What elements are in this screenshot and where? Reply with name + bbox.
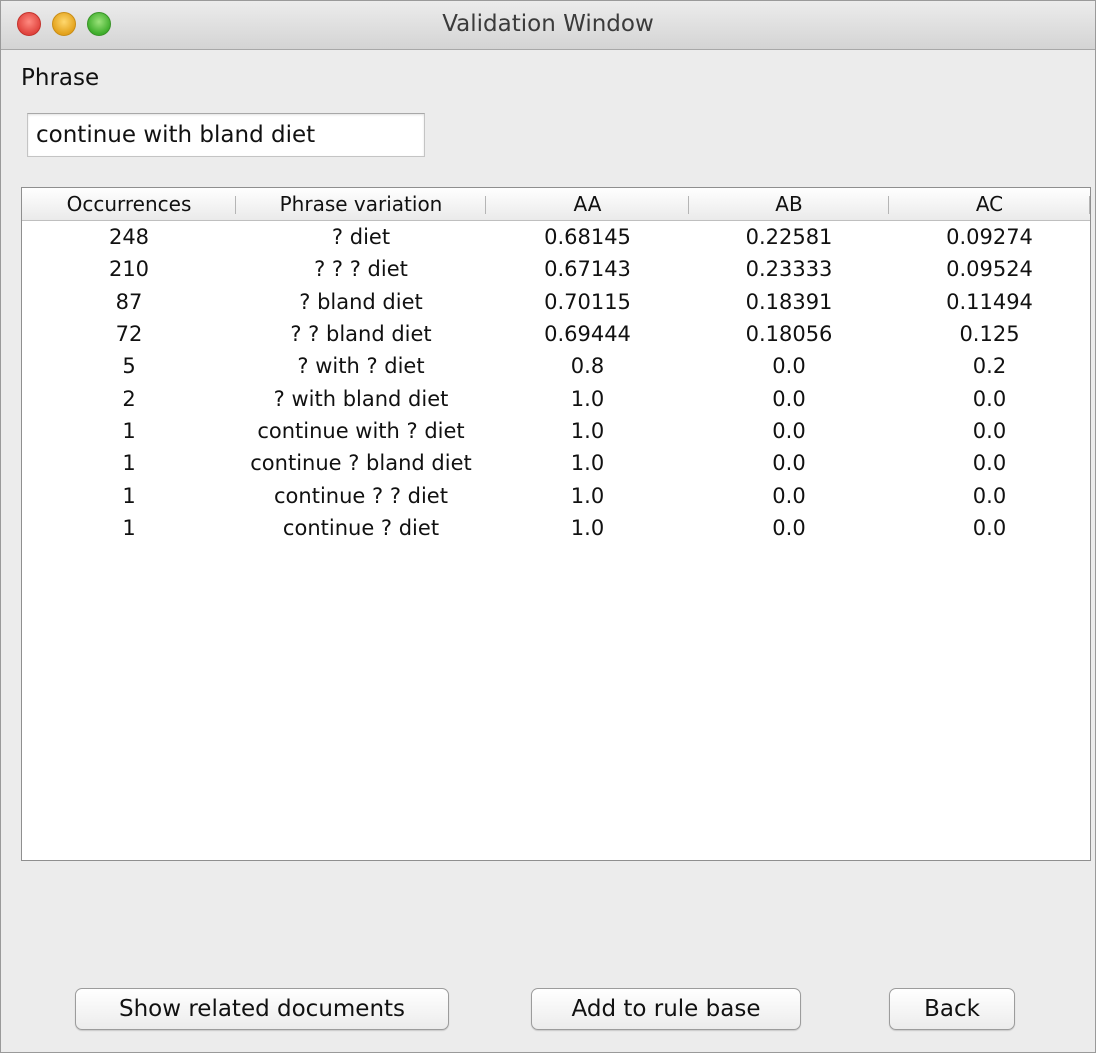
cell-ac: 0.0	[972, 451, 1007, 476]
show-related-documents-button[interactable]: Show related documents	[75, 988, 449, 1030]
table-row[interactable]: 1 continue ? ? diet 1.0 0.0 0.0	[22, 479, 1090, 511]
column-header-label: Phrase variation	[279, 192, 443, 216]
add-to-rule-base-button[interactable]: Add to rule base	[531, 988, 801, 1030]
column-header-ab[interactable]: AB	[689, 188, 889, 221]
column-header-phrase-variation[interactable]: Phrase variation	[236, 188, 486, 221]
column-header-aa[interactable]: AA	[486, 188, 689, 221]
cell-ab: 0.22581	[745, 225, 833, 250]
cell-occurrences: 1	[122, 515, 136, 540]
table-row[interactable]: 72 ? ? bland diet 0.69444 0.18056 0.125	[22, 318, 1090, 350]
cell-ab: 0.0	[772, 418, 806, 443]
cell-aa: 1.0	[570, 483, 605, 508]
cell-phrase-variation: ? diet	[331, 225, 391, 250]
cell-aa: 0.69444	[544, 322, 631, 347]
cell-ac: 0.0	[972, 386, 1007, 411]
cell-occurrences: 248	[108, 225, 150, 250]
title-bar[interactable]: Validation Window	[1, 1, 1095, 50]
table-row[interactable]: 1 continue ? diet 1.0 0.0 0.0	[22, 512, 1090, 544]
cell-phrase-variation: continue ? ? diet	[274, 483, 448, 508]
cell-ac: 0.0	[972, 483, 1007, 508]
phrase-input[interactable]	[27, 113, 425, 157]
cell-ab: 0.18391	[745, 289, 833, 314]
cell-ab: 0.0	[772, 515, 806, 540]
cell-occurrences: 1	[122, 451, 136, 476]
table-row[interactable]: 87 ? bland diet 0.70115 0.18391 0.11494	[22, 286, 1090, 318]
table-row[interactable]: 5 ? with ? diet 0.8 0.0 0.2	[22, 350, 1090, 382]
back-button[interactable]: Back	[889, 988, 1015, 1030]
column-separator[interactable]	[1089, 196, 1090, 214]
cell-ac: 0.0	[972, 515, 1007, 540]
variations-table[interactable]: Occurrences Phrase variation AA AB AC 248 ? d…	[21, 187, 1091, 861]
table-row[interactable]: 210 ? ? ? diet 0.67143 0.23333 0.09524	[22, 253, 1090, 285]
cell-phrase-variation: ? bland diet	[299, 289, 423, 314]
cell-aa: 0.68145	[544, 225, 631, 250]
cell-aa: 0.70115	[544, 289, 631, 314]
cell-phrase-variation: continue with ? diet	[257, 418, 465, 443]
cell-ac: 0.09524	[946, 257, 1033, 282]
table-row[interactable]: 1 continue with ? diet 1.0 0.0 0.0	[22, 415, 1090, 447]
cell-occurrences: 210	[108, 257, 150, 282]
cell-aa: 1.0	[570, 451, 605, 476]
cell-aa: 1.0	[570, 418, 605, 443]
cell-occurrences: 5	[122, 354, 136, 379]
table-row[interactable]: 2 ? with bland diet 1.0 0.0 0.0	[22, 382, 1090, 414]
cell-ac: 0.125	[959, 322, 1020, 347]
table-body: 248 ? diet 0.68145 0.22581 0.09274 210 ? ? ? d…	[22, 221, 1090, 544]
phrase-label: Phrase	[21, 65, 100, 91]
cell-ab: 0.23333	[745, 257, 833, 282]
cell-phrase-variation: ? with bland diet	[273, 386, 449, 411]
window-title: Validation Window	[442, 11, 654, 37]
column-header-label: AB	[775, 192, 803, 216]
column-header-occurrences[interactable]: Occurrences	[22, 188, 236, 221]
cell-occurrences: 1	[122, 418, 136, 443]
table-row[interactable]: 248 ? diet 0.68145 0.22581 0.09274	[22, 221, 1090, 254]
column-header-label: AC	[975, 192, 1004, 216]
cell-occurrences: 1	[122, 483, 136, 508]
column-header-ac[interactable]: AC	[889, 188, 1090, 221]
cell-ab: 0.0	[772, 354, 806, 379]
cell-aa: 0.8	[570, 354, 605, 379]
cell-ab: 0.0	[772, 451, 806, 476]
cell-phrase-variation: continue ? bland diet	[250, 451, 472, 476]
cell-ac: 0.11494	[946, 289, 1033, 314]
cell-occurrences: 72	[115, 322, 143, 347]
cell-phrase-variation: ? with ? diet	[297, 354, 425, 379]
cell-occurrences: 87	[115, 289, 143, 314]
cell-ab: 0.18056	[745, 322, 833, 347]
cell-occurrences: 2	[122, 386, 136, 411]
cell-ac: 0.2	[972, 354, 1007, 379]
cell-ac: 0.0	[972, 418, 1007, 443]
validation-window: Validation Window Phrase Occurrences Phra…	[0, 0, 1096, 1053]
cell-ab: 0.0	[772, 483, 806, 508]
cell-ab: 0.0	[772, 386, 806, 411]
cell-aa: 0.67143	[544, 257, 631, 282]
cell-phrase-variation: ? ? bland diet	[290, 322, 432, 347]
cell-phrase-variation: ? ? ? diet	[314, 257, 408, 282]
column-header-label: AA	[573, 192, 602, 216]
table-header-row: Occurrences Phrase variation AA AB AC	[22, 188, 1090, 221]
cell-ac: 0.09274	[946, 225, 1033, 250]
table-row[interactable]: 1 continue ? bland diet 1.0 0.0 0.0	[22, 447, 1090, 479]
column-header-label: Occurrences	[66, 192, 192, 216]
cell-aa: 1.0	[570, 515, 605, 540]
cell-phrase-variation: continue ? diet	[282, 515, 440, 540]
cell-aa: 1.0	[570, 386, 605, 411]
